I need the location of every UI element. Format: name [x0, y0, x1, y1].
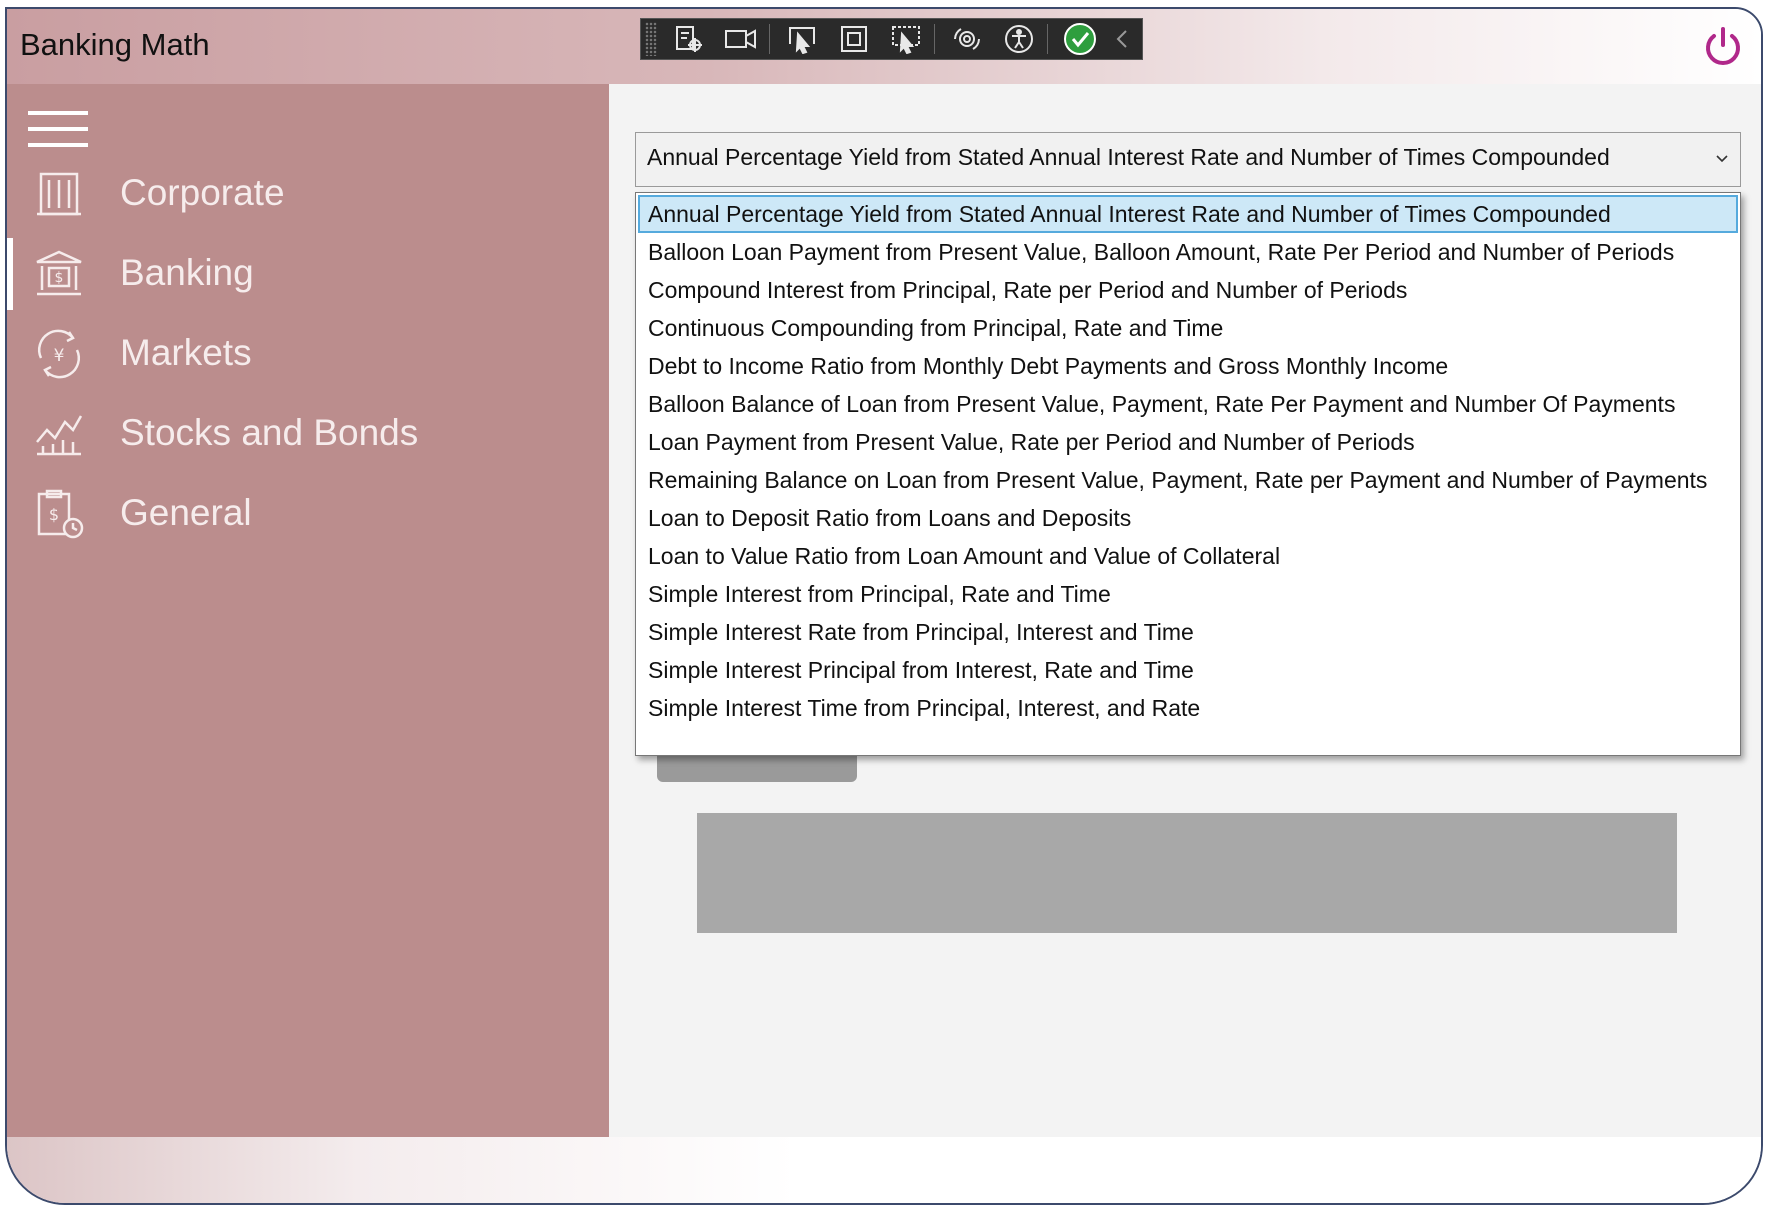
- app-title: Banking Math: [20, 27, 210, 62]
- nav-item-general[interactable]: $ General: [7, 474, 609, 554]
- hamburger-icon[interactable]: [28, 111, 88, 149]
- dropdown-option[interactable]: Continuous Compounding from Principal, R…: [638, 309, 1738, 347]
- collapse-chevron-icon[interactable]: [1112, 21, 1132, 57]
- power-icon[interactable]: [1701, 25, 1745, 69]
- dropdown-option[interactable]: Debt to Income Ratio from Monthly Debt P…: [638, 347, 1738, 385]
- live-visual-tree-icon[interactable]: [669, 21, 709, 57]
- record-icon[interactable]: [721, 21, 761, 57]
- title-bar: Banking Math: [7, 9, 1761, 84]
- binding-ok-icon[interactable]: [1060, 21, 1100, 57]
- nav-label: Markets: [120, 332, 252, 373]
- svg-text:$: $: [49, 505, 59, 524]
- track-focus-icon[interactable]: [886, 21, 926, 57]
- display-layout-adorners-icon[interactable]: [834, 21, 874, 57]
- dropdown-option[interactable]: Balloon Loan Payment from Present Value,…: [638, 233, 1738, 271]
- dropdown-option[interactable]: Simple Interest Time from Principal, Int…: [638, 689, 1738, 727]
- dropdown-option[interactable]: Loan Payment from Present Value, Rate pe…: [638, 423, 1738, 461]
- combobox-selected-value: Annual Percentage Yield from Stated Annu…: [647, 144, 1610, 170]
- building-icon: [37, 172, 81, 216]
- nav-label: Corporate: [120, 172, 285, 213]
- formula-combobox[interactable]: Annual Percentage Yield from Stated Annu…: [635, 132, 1741, 187]
- nav-item-corporate[interactable]: Corporate: [7, 154, 609, 234]
- svg-text:$: $: [55, 270, 64, 286]
- toolbar-separator: [934, 24, 935, 54]
- dropdown-option[interactable]: Loan to Value Ratio from Loan Amount and…: [638, 537, 1738, 575]
- xaml-debug-toolbar: [640, 18, 1143, 60]
- nav-label: General: [120, 492, 252, 533]
- dropdown-option[interactable]: Remaining Balance on Loan from Present V…: [638, 461, 1738, 499]
- result-panel: [697, 813, 1677, 933]
- dropdown-option[interactable]: Simple Interest Rate from Principal, Int…: [638, 613, 1738, 651]
- svg-text:¥: ¥: [54, 346, 65, 366]
- nav-item-stocks-and-bonds[interactable]: Stocks and Bonds: [7, 394, 609, 474]
- dropdown-option[interactable]: Balloon Balance of Loan from Present Val…: [638, 385, 1738, 423]
- accessibility-icon[interactable]: [999, 21, 1039, 57]
- toolbar-separator: [1047, 24, 1048, 54]
- formula-dropdown-list: Annual Percentage Yield from Stated Annu…: [635, 192, 1741, 756]
- toolbar-separator: [769, 24, 770, 54]
- content-area: Annual Percentage Yield from Stated Annu…: [609, 84, 1761, 1137]
- select-element-icon[interactable]: [782, 21, 822, 57]
- nav-label: Banking: [120, 252, 254, 293]
- dropdown-option[interactable]: Simple Interest Principal from Interest,…: [638, 651, 1738, 689]
- dropdown-option[interactable]: Annual Percentage Yield from Stated Annu…: [638, 195, 1738, 233]
- chevron-down-icon: [1716, 155, 1728, 163]
- nav-label: Stocks and Bonds: [120, 412, 419, 453]
- stock-chart-icon: [36, 415, 83, 456]
- app-window: Banking Math Corporate $ Banking ¥ Marke…: [5, 7, 1763, 1205]
- navigation-pane: Corporate $ Banking ¥ Markets Stocks and…: [7, 84, 609, 1137]
- toolbar-grip[interactable]: [645, 22, 657, 56]
- hot-reload-icon[interactable]: [947, 21, 987, 57]
- bottom-bar: [7, 1137, 1761, 1203]
- dropdown-option[interactable]: Simple Interest from Principal, Rate and…: [638, 575, 1738, 613]
- bank-icon: $: [36, 250, 82, 296]
- nav-item-markets[interactable]: ¥ Markets: [7, 314, 609, 394]
- dollar-clipboard-icon: $: [37, 489, 84, 539]
- nav-item-banking[interactable]: $ Banking: [7, 234, 609, 314]
- yen-cycle-icon: ¥: [37, 329, 81, 379]
- dropdown-option[interactable]: Compound Interest from Principal, Rate p…: [638, 271, 1738, 309]
- dropdown-option[interactable]: Loan to Deposit Ratio from Loans and Dep…: [638, 499, 1738, 537]
